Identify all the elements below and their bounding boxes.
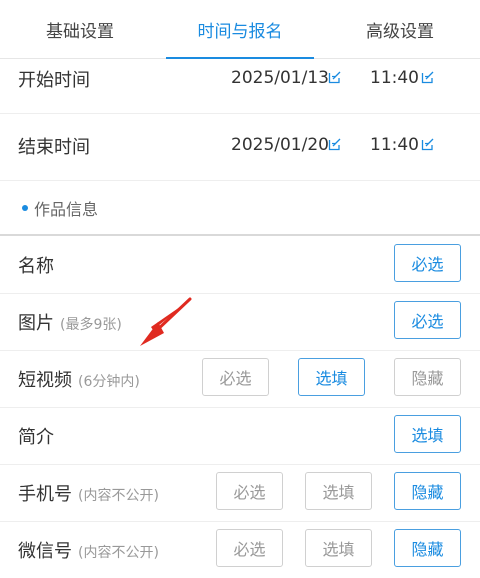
field-label: 短视频 [18, 370, 72, 391]
end-time-row: 结束时间 2025/01/20 11:40 [0, 125, 480, 191]
start-time-label: 开始时间 [18, 70, 90, 91]
required-button[interactable]: 必选 [202, 358, 269, 396]
start-date-value[interactable]: 2025/01/13 [231, 68, 329, 88]
end-time-value[interactable]: 11:40 [370, 135, 419, 155]
tab-basic-settings[interactable]: 基础设置 [0, 0, 160, 58]
field-row-short-video: 短视频 (6分钟内) 必选 选填 隐藏 [0, 350, 480, 408]
edit-time-icon[interactable] [421, 70, 435, 84]
start-time-value[interactable]: 11:40 [370, 68, 419, 88]
start-time-row: 开始时间 2025/01/13 11:40 [0, 58, 480, 124]
field-note: (内容不公开) [78, 545, 159, 561]
field-row-phone: 手机号 (内容不公开) 必选 选填 隐藏 [0, 464, 480, 522]
divider [0, 180, 480, 181]
optional-button[interactable]: 选填 [298, 358, 365, 396]
tab-bar: 基础设置 时间与报名 高级设置 [0, 0, 480, 59]
bullet-dot-icon [22, 205, 28, 211]
tab-advanced-settings[interactable]: 高级设置 [320, 0, 480, 58]
field-note: (6分钟内) [78, 374, 140, 390]
field-note: (最多9张) [60, 317, 122, 333]
field-row-image: 图片 (最多9张) 必选 [0, 293, 480, 351]
hidden-button[interactable]: 隐藏 [394, 529, 461, 567]
field-label: 名称 [18, 256, 54, 277]
end-date-value[interactable]: 2025/01/20 [231, 135, 329, 155]
hidden-button[interactable]: 隐藏 [394, 472, 461, 510]
optional-button[interactable]: 选填 [305, 472, 372, 510]
required-button[interactable]: 必选 [216, 529, 283, 567]
field-label: 图片 [18, 313, 54, 334]
hidden-button[interactable]: 隐藏 [394, 358, 461, 396]
required-button[interactable]: 必选 [394, 301, 461, 339]
end-time-label: 结束时间 [18, 137, 90, 158]
tab-time-registration[interactable]: 时间与报名 [160, 0, 320, 59]
section-header: 作品信息 [22, 196, 98, 220]
required-button[interactable]: 必选 [394, 244, 461, 282]
optional-button[interactable]: 选填 [394, 415, 461, 453]
edit-time-icon[interactable] [421, 137, 435, 151]
field-note: (内容不公开) [78, 488, 159, 504]
field-label: 手机号 [18, 484, 72, 505]
field-label: 微信号 [18, 541, 72, 562]
field-label: 简介 [18, 427, 54, 448]
field-row-name: 名称 必选 [0, 236, 480, 294]
required-button[interactable]: 必选 [216, 472, 283, 510]
section-title: 作品信息 [34, 200, 99, 219]
edit-date-icon[interactable] [328, 137, 342, 151]
optional-button[interactable]: 选填 [305, 529, 372, 567]
field-row-wechat: 微信号 (内容不公开) 必选 选填 隐藏 [0, 521, 480, 578]
divider [0, 113, 480, 114]
field-row-intro: 简介 选填 [0, 407, 480, 465]
edit-date-icon[interactable] [328, 70, 342, 84]
